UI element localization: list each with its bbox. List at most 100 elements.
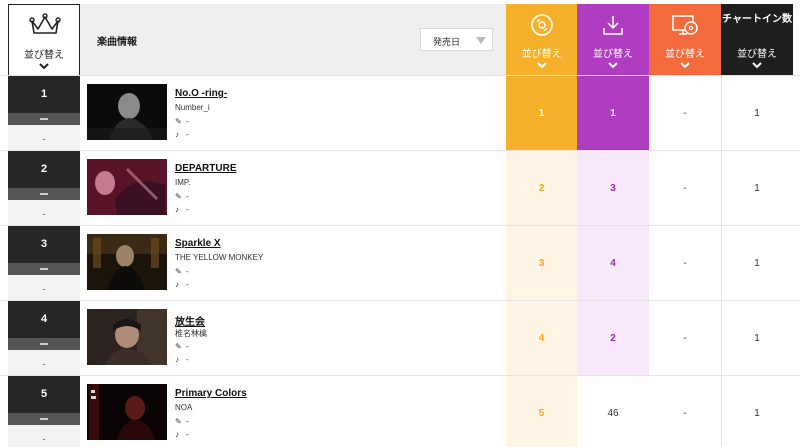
column-divider bbox=[721, 76, 722, 151]
music-note-icon: ♪ bbox=[175, 280, 179, 289]
rank-box: 4 - bbox=[8, 301, 80, 376]
streaming-rank: 4 bbox=[506, 301, 577, 376]
song-title-link[interactable]: Primary Colors bbox=[175, 388, 247, 399]
song-title-link[interactable]: DEPARTURE bbox=[175, 163, 236, 174]
column-divider bbox=[721, 376, 722, 447]
rank-number: 4 bbox=[8, 301, 80, 338]
lyricist-value: - bbox=[186, 117, 189, 126]
video-thumbnail[interactable] bbox=[87, 234, 167, 290]
chart-in-heading: チャートイン数 bbox=[722, 14, 792, 25]
cd-rank: - bbox=[683, 408, 687, 419]
chart-header: 並び替え 楽曲情報 発売日 並び替え 並び替え 並び替え チャートイン数 並び替… bbox=[0, 0, 800, 76]
chart-in-count: 1 bbox=[754, 333, 760, 344]
chevron-down-icon bbox=[39, 63, 49, 70]
lyricist-value: - bbox=[186, 342, 189, 351]
lyricist-credit: ✎ - bbox=[175, 117, 189, 126]
composer-credit: ♪ - bbox=[175, 355, 189, 364]
previous-rank: - bbox=[8, 275, 80, 301]
download-sort-label: 並び替え bbox=[593, 49, 633, 60]
previous-rank: - bbox=[8, 425, 80, 447]
lyricist-credit: ✎ - bbox=[175, 192, 189, 201]
download-rank: 46 bbox=[577, 376, 649, 447]
rank-number: 2 bbox=[8, 151, 80, 188]
music-note-icon: ♪ bbox=[175, 205, 179, 214]
chart-in-sort-label: 並び替え bbox=[737, 49, 777, 60]
download-rank: 3 bbox=[577, 151, 649, 226]
rank-sort-label: 並び替え bbox=[24, 50, 64, 61]
rank-change-dash bbox=[40, 418, 48, 420]
previous-rank: - bbox=[8, 350, 80, 376]
pencil-icon: ✎ bbox=[175, 117, 182, 126]
composer-value: - bbox=[186, 430, 189, 439]
streaming-rank: 2 bbox=[506, 151, 577, 226]
rank-number: 3 bbox=[8, 226, 80, 263]
monitor-cd-icon bbox=[672, 15, 698, 35]
rank-change-bar bbox=[8, 263, 80, 275]
streaming-sort-button[interactable]: 並び替え bbox=[506, 4, 577, 75]
song-title-link[interactable]: 放生会 bbox=[175, 313, 205, 328]
cd-rank: - bbox=[683, 258, 687, 269]
chevron-down-icon bbox=[752, 62, 762, 69]
download-sort-button[interactable]: 並び替え bbox=[577, 4, 649, 75]
cd-rank: - bbox=[683, 183, 687, 194]
video-thumbnail[interactable] bbox=[87, 309, 167, 365]
pencil-icon: ✎ bbox=[175, 192, 182, 201]
pencil-icon: ✎ bbox=[175, 342, 182, 351]
table-row: 4 - 放生会 椎名林檎 ✎ - ♪ - 4 2 - 1 bbox=[0, 300, 800, 376]
rank-box: 2 - bbox=[8, 151, 80, 226]
rank-box: 3 - bbox=[8, 226, 80, 301]
rank-number: 1 bbox=[8, 76, 80, 113]
rank-change-bar bbox=[8, 338, 80, 350]
release-date-select[interactable]: 発売日 bbox=[420, 28, 493, 51]
rank-change-dash bbox=[40, 268, 48, 270]
cd-rank: - bbox=[683, 333, 687, 344]
rank-change-dash bbox=[40, 193, 48, 195]
previous-rank: - bbox=[8, 125, 80, 151]
cd-sort-label: 並び替え bbox=[665, 49, 705, 60]
song-info-heading: 楽曲情報 bbox=[97, 37, 137, 48]
cd-sort-button[interactable]: 並び替え bbox=[649, 4, 721, 75]
download-rank: 4 bbox=[577, 226, 649, 301]
video-thumbnail[interactable] bbox=[87, 84, 167, 140]
chart-in-count: 1 bbox=[754, 408, 760, 419]
download-rank: 1 bbox=[577, 76, 649, 151]
rank-change-bar bbox=[8, 188, 80, 200]
table-row: 3 - Sparkle X THE YELLOW MONKEY ✎ - ♪ - 3 … bbox=[0, 225, 800, 301]
chart-in-count: 1 bbox=[754, 258, 760, 269]
lyricist-credit: ✎ - bbox=[175, 417, 189, 426]
chevron-down-icon bbox=[608, 62, 618, 69]
song-title-link[interactable]: Sparkle X bbox=[175, 238, 221, 249]
artist-name: NOA bbox=[175, 403, 193, 412]
download-icon bbox=[603, 16, 623, 35]
rank-sort-button[interactable]: 並び替え bbox=[8, 4, 80, 76]
previous-rank: - bbox=[8, 200, 80, 226]
song-title-link[interactable]: No.O -ring- bbox=[175, 88, 227, 99]
streaming-rank: 3 bbox=[506, 226, 577, 301]
streaming-rank: 1 bbox=[506, 76, 577, 151]
select-arrow-icon bbox=[476, 37, 486, 44]
artist-name: IMP. bbox=[175, 178, 191, 187]
pencil-icon: ✎ bbox=[175, 417, 182, 426]
cd-rank: - bbox=[683, 108, 687, 119]
rank-change-dash bbox=[40, 118, 48, 120]
lyricist-credit: ✎ - bbox=[175, 342, 189, 351]
column-divider bbox=[721, 301, 722, 376]
video-thumbnail[interactable] bbox=[87, 159, 167, 215]
artist-name: 椎名林檎 bbox=[175, 329, 207, 338]
video-thumbnail[interactable] bbox=[87, 384, 167, 440]
composer-credit: ♪ - bbox=[175, 280, 189, 289]
lyricist-value: - bbox=[186, 267, 189, 276]
column-divider bbox=[721, 226, 722, 301]
composer-value: - bbox=[186, 355, 189, 364]
release-date-value: 発売日 bbox=[433, 37, 461, 47]
chart-in-count: 1 bbox=[754, 183, 760, 194]
rank-box: 5 - bbox=[8, 376, 80, 447]
table-row: 2 - DEPARTURE IMP. ✎ - ♪ - 2 3 - 1 bbox=[0, 150, 800, 226]
chart-in-sort-button[interactable]: チャートイン数 並び替え bbox=[721, 4, 793, 75]
composer-credit: ♪ - bbox=[175, 130, 189, 139]
table-row: 1 - No.O -ring- Number_i ✎ - ♪ - 1 1 - 1 bbox=[0, 75, 800, 151]
composer-credit: ♪ - bbox=[175, 205, 189, 214]
chevron-down-icon bbox=[536, 62, 547, 69]
streaming-rank: 5 bbox=[506, 376, 577, 447]
artist-name: Number_i bbox=[175, 103, 210, 112]
